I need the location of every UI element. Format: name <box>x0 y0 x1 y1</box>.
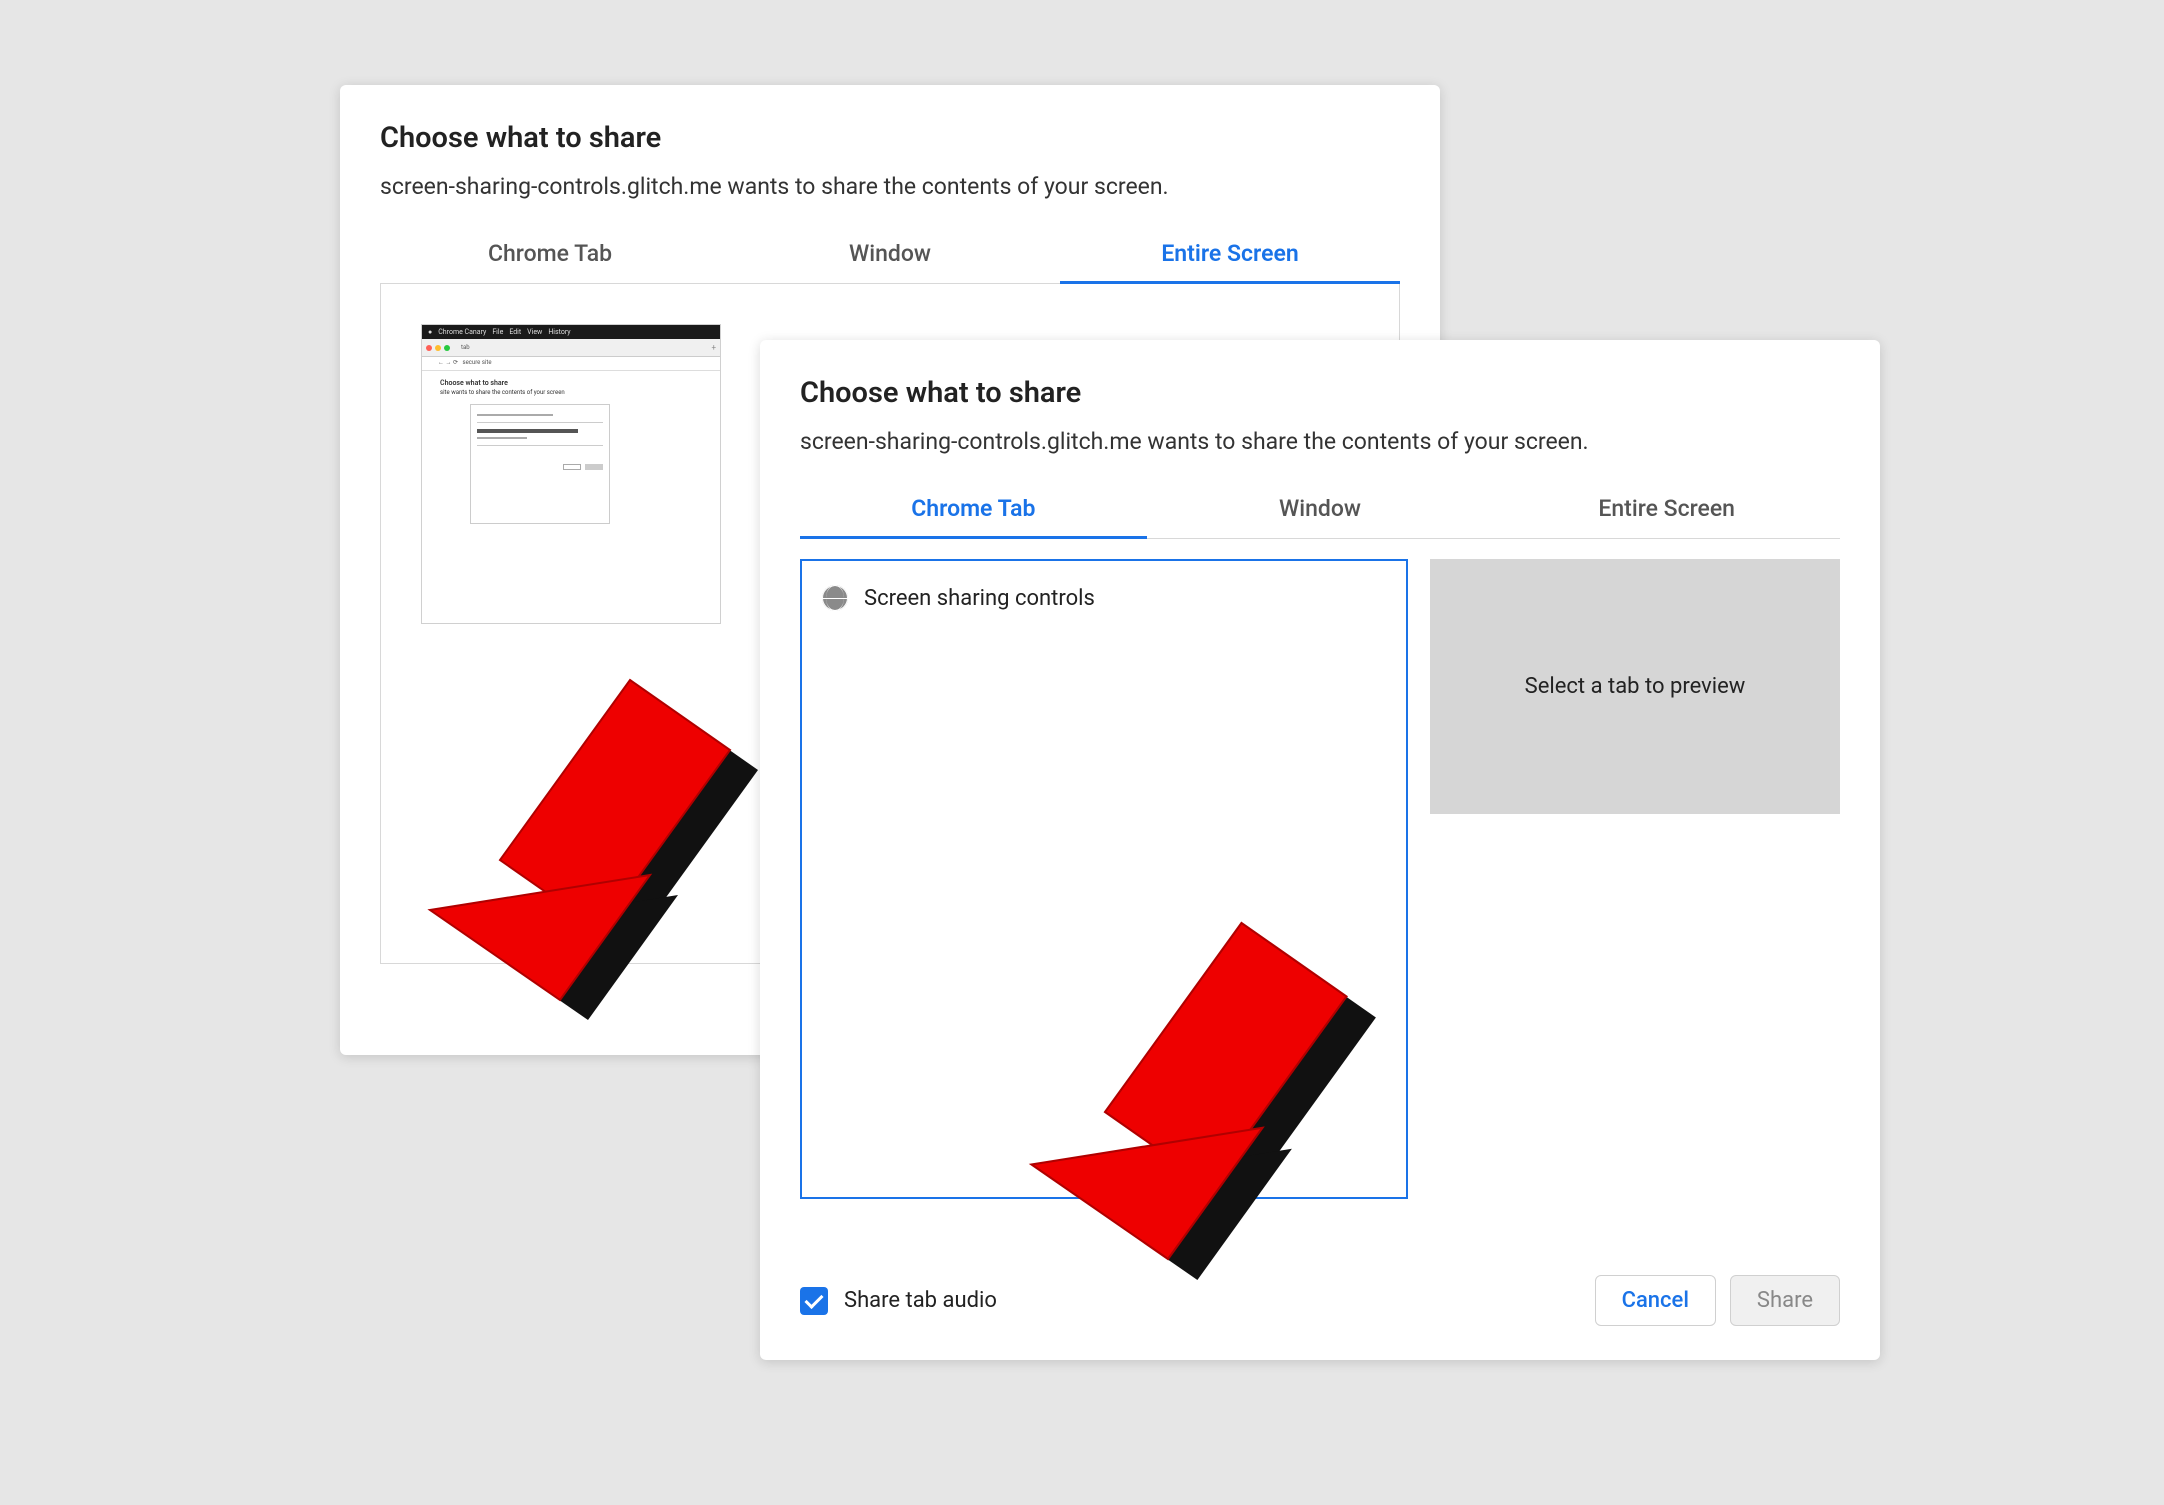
share-tab-audio-label: Share tab audio <box>844 1288 997 1313</box>
dialog-subtitle: screen-sharing-controls.glitch.me wants … <box>380 173 1400 200</box>
dialog-subtitle: screen-sharing-controls.glitch.me wants … <box>800 428 1840 455</box>
cancel-button[interactable]: Cancel <box>1595 1275 1716 1326</box>
dialog-footer: Share tab audio Cancel Share <box>800 1275 1840 1326</box>
tab-preview-placeholder: Select a tab to preview <box>1430 559 1840 814</box>
screen-thumbnail[interactable]: ●Chrome CanaryFileEditViewHistory tab+ ←… <box>421 324 721 624</box>
dialog-title: Choose what to share <box>800 376 1840 410</box>
tab-chrome-tab[interactable]: Chrome Tab <box>380 228 720 283</box>
share-button[interactable]: Share <box>1730 1275 1840 1326</box>
preview-placeholder-text: Select a tab to preview <box>1525 674 1746 699</box>
share-source-tabs: Chrome Tab Window Entire Screen <box>800 483 1840 539</box>
share-tab-audio-checkbox[interactable] <box>800 1287 828 1315</box>
tab-window[interactable]: Window <box>720 228 1060 283</box>
tab-window[interactable]: Window <box>1147 483 1494 538</box>
tab-item-label: Screen sharing controls <box>864 586 1095 611</box>
globe-icon <box>822 585 848 611</box>
tab-entire-screen[interactable]: Entire Screen <box>1493 483 1840 538</box>
chrome-tab-content: Screen sharing controls Select a tab to … <box>800 559 1840 1199</box>
tab-list-box: Screen sharing controls <box>800 559 1408 1199</box>
share-dialog-chrome-tab: Choose what to share screen-sharing-cont… <box>760 340 1880 1360</box>
dialog-title: Choose what to share <box>380 121 1400 155</box>
tab-entire-screen[interactable]: Entire Screen <box>1060 228 1400 283</box>
tab-chrome-tab[interactable]: Chrome Tab <box>800 483 1147 538</box>
share-source-tabs: Chrome Tab Window Entire Screen <box>380 228 1400 284</box>
share-tab-audio-option[interactable]: Share tab audio <box>800 1287 997 1315</box>
tab-item-screen-sharing-controls[interactable]: Screen sharing controls <box>818 579 1390 617</box>
